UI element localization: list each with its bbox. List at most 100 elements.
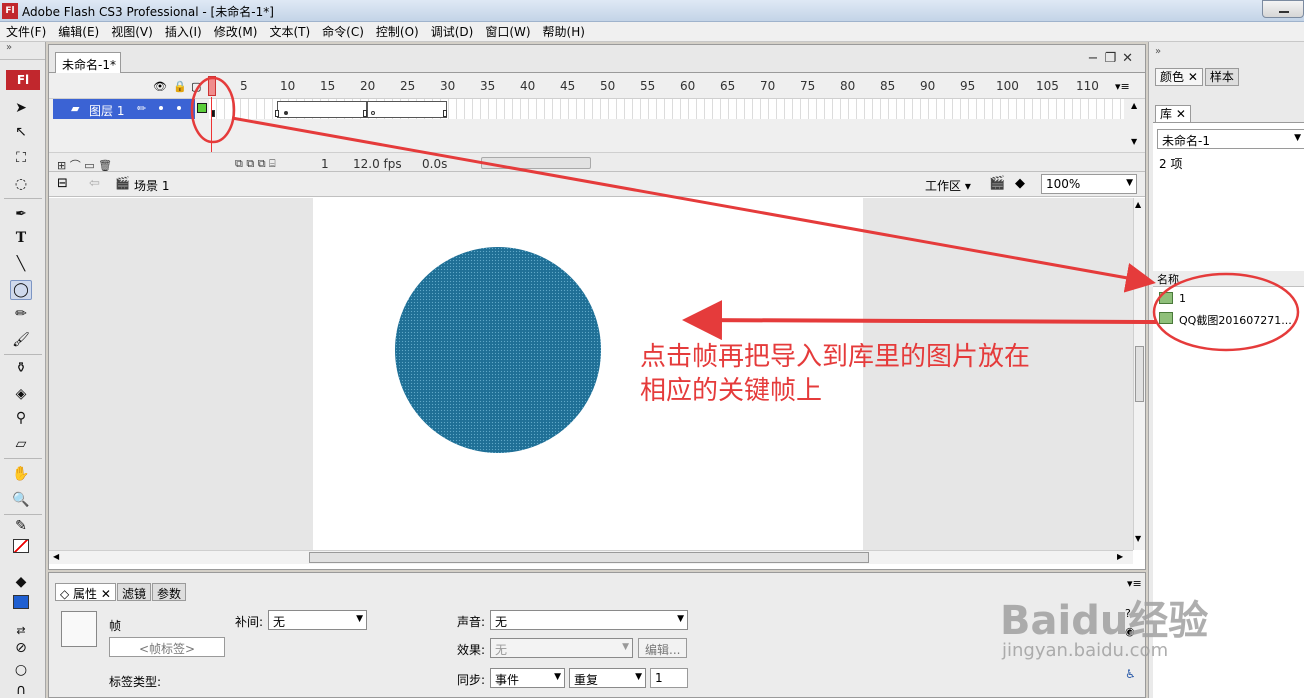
keyframe[interactable] [363, 110, 367, 117]
onion-skin-icon[interactable]: ⧉ ⧉ ⧉ ⌸ [235, 157, 276, 171]
effect-select[interactable]: 无 ▼ [490, 638, 633, 658]
stroke-color-icon[interactable]: ✎ [10, 516, 32, 536]
sync-select[interactable]: 事件 ▼ [490, 668, 565, 688]
stage-hscroll[interactable]: ◀ ▶ [49, 550, 1133, 564]
frame-span[interactable] [367, 101, 447, 118]
timeline-toggle-icon[interactable]: ⊟ [57, 176, 68, 191]
ruler-label: 65 [720, 79, 736, 93]
paint-bucket-tool-icon[interactable]: ◈ [10, 384, 32, 404]
menu-commands[interactable]: 命令(C) [316, 22, 370, 42]
ruler-label: 35 [480, 79, 496, 93]
pencil-tool-icon[interactable]: ✏ [10, 304, 32, 324]
document-window-controls[interactable]: −❐✕ [1088, 51, 1139, 66]
hand-tool-icon[interactable]: ✋ [10, 464, 32, 484]
toolbox-divider [4, 458, 42, 459]
swap-colors-icon[interactable]: ⇄ [10, 620, 32, 640]
stage-vscroll-thumb[interactable] [1135, 346, 1144, 402]
pen-tool-icon[interactable]: ✒ [10, 204, 32, 224]
line-tool-icon[interactable]: ╲ [10, 254, 32, 274]
lock-icon[interactable]: 🔒 [173, 80, 187, 93]
text-tool-icon[interactable]: T [10, 228, 32, 248]
oval-shape[interactable] [395, 247, 601, 453]
workspace-menu[interactable]: 工作区 ▾ [925, 177, 971, 194]
frame-span[interactable] [277, 101, 367, 118]
scene-label[interactable]: 场景 1 [134, 177, 169, 194]
selection-tool-icon[interactable]: ➤ [10, 98, 32, 118]
edit-scene-icon[interactable]: 🎬 [989, 176, 1005, 191]
menu-view[interactable]: 视图(V) [105, 22, 159, 42]
menu-window[interactable]: 窗口(W) [479, 22, 536, 42]
eye-icon[interactable]: 👁 [153, 80, 167, 93]
repeat-count-input[interactable]: 1 [650, 668, 688, 688]
snap-magnet-icon[interactable]: ∩ [10, 680, 32, 698]
window-title: Adobe Flash CS3 Professional - [未命名-1*] [22, 5, 274, 19]
sound-select[interactable]: 无 ▼ [490, 610, 688, 630]
menu-modify[interactable]: 修改(M) [208, 22, 264, 42]
zoom-tool-icon[interactable]: 🔍 [10, 490, 32, 510]
tab-library[interactable]: 库 ✕ [1155, 105, 1191, 123]
outline-icon[interactable]: ▢ [191, 80, 201, 93]
lasso-tool-icon[interactable]: ◌ [10, 174, 32, 194]
tween-select[interactable]: 无 ▼ [268, 610, 367, 630]
menu-file[interactable]: 文件(F) [0, 22, 52, 42]
stage-hscroll-thumb[interactable] [309, 552, 869, 563]
document-tab[interactable]: 未命名-1* [55, 52, 121, 73]
timeline-menu-icon[interactable]: ▾≡ [1115, 80, 1130, 93]
oval-tool-icon[interactable]: ◯ [10, 280, 32, 300]
no-color-icon[interactable]: ⊘ [10, 638, 32, 658]
edit-sound-button[interactable]: 编辑... [638, 638, 688, 658]
back-arrow-icon[interactable]: ⇦ [89, 176, 100, 191]
menu-debug[interactable]: 调试(D) [425, 22, 480, 42]
frame-thumbnail-icon [61, 611, 97, 647]
library-item[interactable]: QQ截图201607271... [1153, 309, 1304, 329]
playhead[interactable] [208, 76, 216, 96]
keyframe[interactable] [275, 110, 279, 117]
frame-rate[interactable]: 12.0 fps [353, 157, 402, 171]
object-drawing-icon[interactable]: ○ [10, 660, 32, 680]
eraser-tool-icon[interactable]: ▱ [10, 434, 32, 454]
edit-bar: ⊟ ⇦ 🎬 场景 1 工作区 ▾ 🎬 ◆ 100% ▼ [49, 171, 1145, 197]
tab-color[interactable]: 颜色 ✕ [1155, 68, 1203, 86]
keyframe-dot[interactable] [284, 111, 288, 115]
stroke-swatch-icon[interactable] [10, 536, 32, 556]
library-column-name[interactable]: 名称 [1153, 271, 1304, 287]
ink-bottle-tool-icon[interactable]: ⚱ [10, 358, 32, 378]
eyedropper-tool-icon[interactable]: ⚲ [10, 408, 32, 428]
menu-edit[interactable]: 编辑(E) [52, 22, 105, 42]
subselection-tool-icon[interactable]: ↖ [10, 122, 32, 142]
layer-visible-dot[interactable] [159, 106, 163, 110]
layer-lock-dot[interactable] [177, 106, 181, 110]
fill-color-icon[interactable]: ◆ [10, 572, 32, 592]
menu-control[interactable]: 控制(O) [370, 22, 425, 42]
tab-filters[interactable]: 滤镜 [116, 583, 151, 601]
keyframe-dot[interactable] [371, 111, 375, 115]
layer-outline-color-swatch[interactable] [197, 103, 207, 113]
menu-insert[interactable]: 插入(I) [159, 22, 208, 42]
frame-label-input[interactable]: <帧标签> [109, 637, 225, 657]
timeline-hscroll-thumb[interactable] [481, 157, 591, 169]
library-document-select[interactable]: 未命名-1 ▼ [1157, 129, 1304, 149]
ruler-label: 30 [440, 79, 456, 93]
tab-parameters[interactable]: 参数 [151, 583, 186, 601]
panel-grip-icon[interactable]: » [1155, 46, 1161, 57]
minimize-button[interactable] [1262, 0, 1304, 18]
library-item[interactable]: 1 [1153, 289, 1304, 309]
stage-vscroll[interactable]: ▲ ▼ [1133, 198, 1145, 550]
toolbox-grip-icon[interactable]: » [0, 42, 45, 60]
keyframe[interactable] [443, 110, 447, 117]
fill-swatch-icon[interactable] [10, 592, 32, 612]
layer-row[interactable]: ▰ 图层 1 ✏ [53, 99, 195, 119]
chevron-down-icon: ▼ [1126, 178, 1133, 188]
timeline-vscroll[interactable]: ▲ ▼ [1131, 101, 1141, 151]
menu-help[interactable]: 帮助(H) [537, 22, 591, 42]
repeat-select[interactable]: 重复 ▼ [569, 668, 646, 688]
tween-value: 无 [273, 615, 286, 629]
zoom-select[interactable]: 100% ▼ [1041, 174, 1137, 194]
brush-tool-icon[interactable]: 🖌 [10, 330, 32, 350]
tab-swatches[interactable]: 样本 [1204, 68, 1239, 86]
tab-properties[interactable]: ◇ 属性 ✕ [55, 583, 116, 601]
menu-text[interactable]: 文本(T) [263, 22, 316, 42]
free-transform-tool-icon[interactable]: ⛶ [10, 148, 32, 168]
edit-symbols-icon[interactable]: ◆ [1015, 176, 1025, 191]
chevron-down-icon: ▼ [356, 614, 363, 624]
